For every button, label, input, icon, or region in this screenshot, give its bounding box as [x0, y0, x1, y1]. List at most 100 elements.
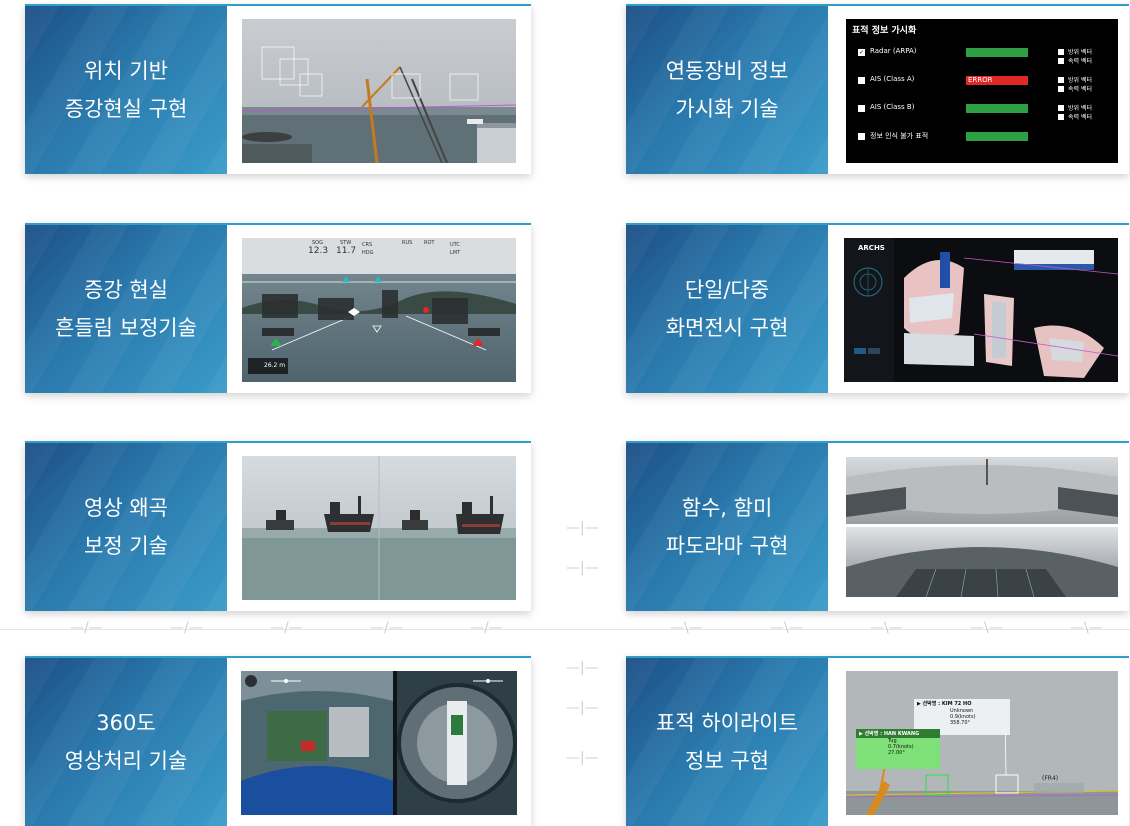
card-label: 위치 기반 증강현실 구현: [25, 6, 227, 174]
background-cross-mark: —/—: [170, 620, 203, 636]
background-cross-mark: —|—: [566, 660, 599, 676]
card-label: 단일/다중 화면전시 구현: [626, 225, 828, 393]
background-cross-mark: —\—: [970, 620, 1003, 636]
card-label: 증강 현실 흔들림 보정기술: [25, 225, 227, 393]
card-title-line2: 흔들림 보정기술: [55, 316, 197, 340]
panel-row-ais-a: AIS (Class A) ERROR 방위 벡터 속력 벡터: [858, 75, 1114, 95]
panel-row-radar: ✓ Radar (ARPA) 방위 벡터 속력 벡터: [858, 47, 1114, 67]
status-bar-error: ERROR: [966, 76, 1028, 85]
panel-title: 표적 정보 가시화: [852, 26, 917, 36]
row-label: 정보 인식 불가 표적: [870, 132, 929, 140]
background-cross-mark: —/—: [470, 620, 503, 636]
card-title-line1: 연동장비 정보: [665, 59, 789, 83]
checkbox-checked[interactable]: [1058, 114, 1064, 120]
option-speed-vector: 속력 벡터: [1068, 58, 1092, 65]
stabilization-hud-image: SOG 12.3 STW 11.7 CRS HDG RUS ROT UTC LM…: [242, 238, 516, 382]
card-title-line2: 가시화 기술: [675, 97, 779, 121]
hud-utc-label: UTC: [450, 242, 460, 248]
feature-card-multi-screen: 단일/다중 화면전시 구현 ARCHS: [626, 223, 1129, 393]
checkbox-checked[interactable]: [858, 77, 865, 84]
checkbox-checked[interactable]: ✓: [858, 49, 865, 56]
feature-card-panorama: 함수, 함미 파도라마 구현: [626, 441, 1129, 611]
card-title-line2: 영상처리 기술: [64, 749, 188, 773]
checkbox-checked[interactable]: [1058, 86, 1064, 92]
background-cross-mark: —|—: [566, 750, 599, 766]
hud-crs-label: CRS: [362, 242, 373, 248]
target-title: ▶ 선박명 : KIM 72 HO: [917, 701, 972, 707]
card-title-line1: 함수, 함미: [681, 496, 773, 520]
hud-sog-value: 12.3: [308, 246, 329, 256]
feature-card-location-ar: 위치 기반 증강현실 구현: [25, 4, 531, 174]
card-label: 표적 하이라이트 정보 구현: [626, 658, 828, 826]
card-title-line1: 360도: [96, 711, 156, 735]
target-title: ▶ 선박명 : HAN KWANG: [856, 729, 940, 738]
feature-card-360: 360도 영상처리 기술: [25, 656, 531, 826]
target-heading: 358.70°: [950, 720, 970, 726]
background-cross-mark: —/—: [370, 620, 403, 636]
background-cross-mark: —|—: [566, 520, 599, 536]
card-label: 360도 영상처리 기술: [25, 658, 227, 826]
brand-logo: ARCHS: [858, 244, 885, 252]
background-cross-mark: —/—: [270, 620, 303, 636]
hud-range-readout: 26.2 m: [264, 362, 286, 369]
target-tag: (FR4): [1042, 775, 1059, 782]
option-heading-vector: 방위 벡터: [1068, 77, 1092, 84]
card-label: 영상 왜곡 보정 기술: [25, 443, 227, 611]
card-title-line2: 화면전시 구현: [665, 316, 789, 340]
multi-screen-image: ARCHS: [844, 238, 1118, 382]
background-cross-mark: —\—: [670, 620, 703, 636]
background-cross-mark: —\—: [770, 620, 803, 636]
hud-rot-label: ROT: [424, 240, 435, 246]
checkbox-checked[interactable]: [1058, 105, 1064, 111]
background-cross-mark: —|—: [566, 560, 599, 576]
card-label: 연동장비 정보 가시화 기술: [626, 6, 828, 174]
background-cross-mark: —\—: [1070, 620, 1103, 636]
checkbox-checked[interactable]: [1058, 77, 1064, 83]
card-title-line1: 단일/다중: [684, 278, 770, 302]
hud-hdg-label: HDG: [362, 250, 374, 256]
feature-card-distortion: 영상 왜곡 보정 기술: [25, 441, 531, 611]
fisheye-image: [241, 671, 517, 815]
option-speed-vector: 속력 벡터: [1068, 114, 1092, 121]
card-title-line1: 영상 왜곡: [84, 496, 168, 520]
option-heading-vector: 방위 벡터: [1068, 105, 1092, 112]
card-title-line1: 표적 하이라이트: [656, 711, 798, 735]
status-bar-ok: [966, 132, 1028, 141]
background-cross-mark: —|—: [566, 700, 599, 716]
hud-rus-label: RUS: [402, 240, 413, 246]
row-label: AIS (Class A): [870, 75, 915, 83]
checkbox-checked[interactable]: [1058, 58, 1064, 64]
row-label: Radar (ARPA): [870, 47, 917, 55]
target-info-panel: 표적 정보 가시화 ✓ Radar (ARPA) 방위 벡터 속력 벡터 AIS…: [846, 19, 1118, 163]
target-heading: 27.00°: [888, 750, 905, 756]
card-label: 함수, 함미 파도라마 구현: [626, 443, 828, 611]
panel-row-ais-b: AIS (Class B) 방위 벡터 속력 벡터: [858, 103, 1114, 123]
card-title-line1: 증강 현실: [84, 278, 168, 302]
target-highlight-image: ▶ 선박명 : KIM 72 HO Unknown 0.9(knots) 358…: [846, 671, 1118, 815]
feature-card-target-highlight: 표적 하이라이트 정보 구현 ▶ 선박명 : KIM 72 HO Unknown…: [626, 656, 1129, 826]
card-title-line2: 보정 기술: [84, 534, 168, 558]
distortion-correction-image: [242, 456, 516, 600]
hud-lmt-label: LMT: [450, 250, 461, 256]
option-heading-vector: 방위 벡터: [1068, 49, 1092, 56]
checkbox-checked[interactable]: [1058, 49, 1064, 55]
status-bar-ok: [966, 104, 1028, 113]
card-title-line2: 파도라마 구현: [665, 534, 789, 558]
hud-stw-value: 11.7: [336, 246, 357, 256]
row-label: AIS (Class B): [870, 103, 915, 111]
card-title-line2: 증강현실 구현: [64, 97, 188, 121]
harbor-ar-image: [242, 19, 516, 163]
target-info-box-hankwang[interactable]: ▶ 선박명 : HAN KWANG Tug 0.7(knots) 27.00°: [856, 729, 940, 769]
status-bar-ok: [966, 48, 1028, 57]
panel-row-unknown: 정보 인식 불가 표적: [858, 131, 1114, 145]
feature-card-stabilization: 증강 현실 흔들림 보정기술 SOG 12.3 STW 11.7 CRS HDG…: [25, 223, 531, 393]
background-cross-mark: —/—: [70, 620, 103, 636]
panorama-image: [846, 457, 1118, 597]
card-title-line2: 정보 구현: [685, 749, 769, 773]
checkbox-checked[interactable]: [858, 105, 865, 112]
option-speed-vector: 속력 벡터: [1068, 86, 1092, 93]
background-cross-mark: —\—: [870, 620, 903, 636]
card-title-line1: 위치 기반: [84, 59, 168, 83]
checkbox-unchecked[interactable]: [858, 133, 865, 140]
feature-card-linked-equipment: 연동장비 정보 가시화 기술 표적 정보 가시화 ✓ Radar (ARPA) …: [626, 4, 1129, 174]
